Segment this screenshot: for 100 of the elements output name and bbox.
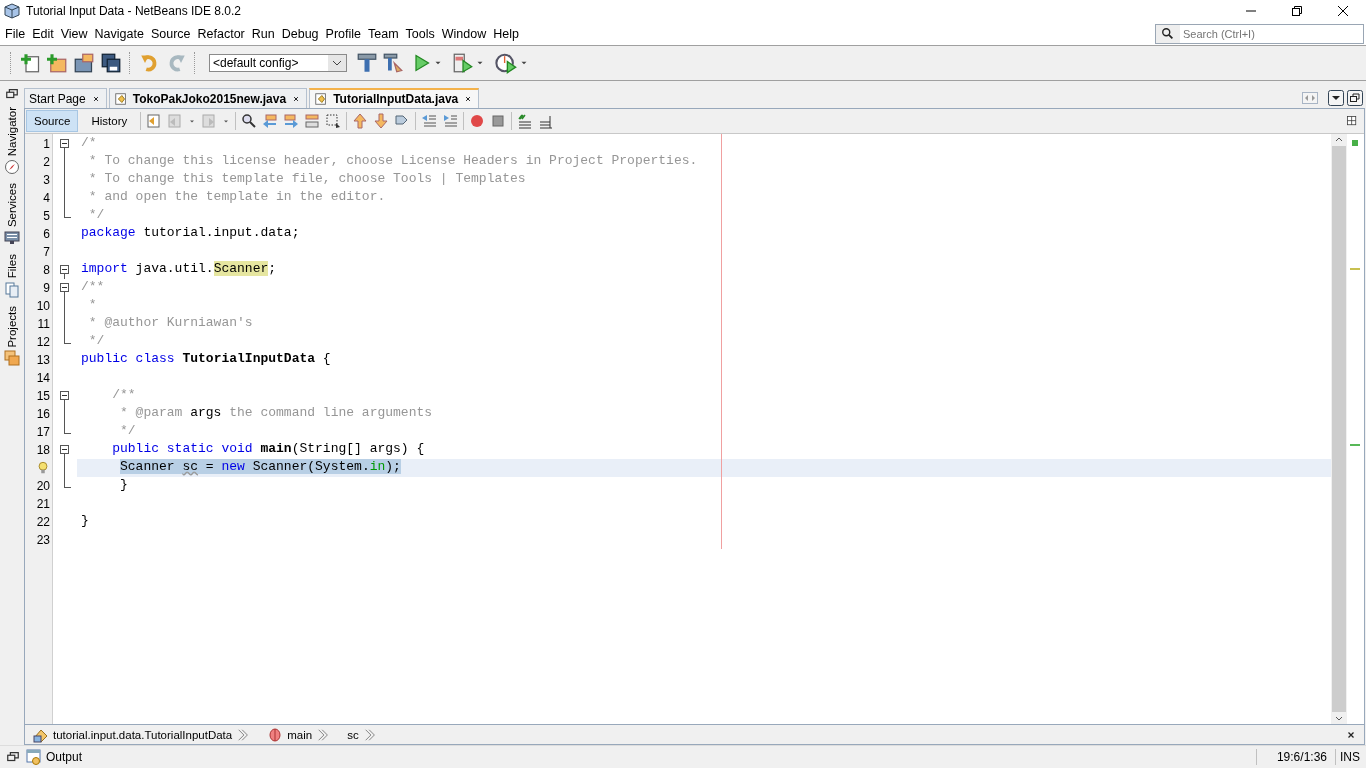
split-view-icon[interactable] bbox=[1346, 115, 1358, 127]
breadcrumb-item[interactable]: tutorial.input.data.TutorialInputData bbox=[33, 726, 251, 743]
fold-toggle[interactable] bbox=[60, 391, 69, 400]
stop-icon[interactable] bbox=[490, 113, 507, 129]
line-number: 8 bbox=[43, 262, 50, 279]
line-number: 5 bbox=[43, 208, 50, 225]
app-cube-icon bbox=[4, 3, 20, 19]
method-icon bbox=[267, 726, 284, 743]
breadcrumb-item[interactable]: sc bbox=[347, 727, 377, 742]
new-file-icon[interactable] bbox=[21, 53, 41, 73]
view-tab[interactable]: History bbox=[83, 110, 136, 132]
last-edit-icon[interactable] bbox=[146, 113, 163, 129]
menu-item[interactable]: Profile bbox=[322, 24, 365, 43]
new-folder-icon[interactable] bbox=[47, 53, 67, 73]
close-icon[interactable] bbox=[1346, 729, 1356, 740]
line-number: 10 bbox=[36, 298, 50, 315]
menu-item[interactable]: View bbox=[57, 24, 92, 43]
side-tab[interactable]: Projects bbox=[4, 303, 20, 369]
server-icon bbox=[4, 230, 20, 247]
caret-icon[interactable] bbox=[332, 60, 342, 66]
lightbulb-icon[interactable] bbox=[36, 460, 50, 476]
restore-window-icon[interactable] bbox=[5, 87, 19, 101]
code-line: * @author Kurniawan's bbox=[87, 315, 254, 332]
shift-right-icon[interactable] bbox=[442, 113, 459, 129]
search-icon[interactable] bbox=[241, 113, 258, 129]
save-all-icon[interactable] bbox=[101, 53, 121, 73]
code-line: package tutorial.input.data; bbox=[80, 225, 301, 242]
scrollbar[interactable] bbox=[1331, 134, 1347, 724]
fold-toggle[interactable] bbox=[60, 445, 69, 454]
restore-icon[interactable] bbox=[1291, 5, 1303, 17]
line-number: 2 bbox=[43, 154, 50, 171]
shift-left-icon[interactable] bbox=[421, 113, 438, 129]
arrow-down-icon[interactable] bbox=[373, 113, 390, 129]
code-line: } bbox=[80, 513, 90, 530]
line-number: 4 bbox=[43, 190, 50, 207]
editor-tab[interactable]: TokoPakJoko2015new.java bbox=[108, 88, 308, 108]
fold-toggle[interactable] bbox=[60, 139, 69, 148]
restore-window-icon[interactable] bbox=[1347, 89, 1363, 106]
line-number: 14 bbox=[36, 370, 50, 387]
menu-item[interactable]: Team bbox=[365, 24, 403, 43]
output-tab[interactable]: Output bbox=[26, 749, 83, 765]
debug-icon[interactable] bbox=[453, 53, 473, 73]
menu-item[interactable]: Edit bbox=[29, 24, 58, 43]
arrow-right-icon[interactable] bbox=[283, 113, 300, 129]
line-number: 13 bbox=[36, 352, 50, 369]
line-number: 21 bbox=[36, 496, 50, 513]
insert-mode: INS bbox=[1335, 749, 1366, 765]
caret-position: 19:6/1:36 bbox=[1255, 749, 1335, 765]
menu-item[interactable]: Tools bbox=[402, 24, 439, 43]
menu-item[interactable]: Source bbox=[147, 24, 195, 43]
line-number: 9 bbox=[43, 280, 50, 297]
line-number: 12 bbox=[36, 334, 50, 351]
menu-item[interactable]: Window bbox=[438, 24, 491, 43]
editor-tab[interactable]: Start Page bbox=[24, 88, 107, 108]
chevron-icon bbox=[362, 727, 377, 742]
chevron-icon bbox=[236, 727, 251, 742]
lines-icon[interactable] bbox=[538, 113, 555, 129]
dotted-selection-icon[interactable] bbox=[325, 113, 342, 129]
code-line: * and open the template in the editor. bbox=[87, 189, 387, 206]
output-window-icon bbox=[26, 749, 42, 765]
hammer-icon[interactable] bbox=[357, 53, 377, 73]
line-number: 1 bbox=[43, 136, 50, 153]
restore-window-icon[interactable] bbox=[6, 750, 20, 764]
files-icon bbox=[4, 281, 20, 298]
menu-item[interactable]: Run bbox=[248, 24, 279, 43]
code-line: /** bbox=[111, 387, 137, 404]
line-number: 11 bbox=[37, 316, 50, 333]
view-tab[interactable]: Source bbox=[26, 110, 79, 132]
breadcrumb-item[interactable]: main bbox=[267, 726, 331, 743]
code-line: * @param args the command line arguments bbox=[119, 405, 434, 422]
code-line: } bbox=[119, 477, 129, 494]
code-line: * To change this template file, choose Tools | Templates bbox=[87, 171, 527, 188]
open-folder-icon[interactable] bbox=[73, 53, 95, 73]
menu-item[interactable]: Refactor bbox=[194, 24, 249, 43]
close-icon[interactable] bbox=[1337, 5, 1349, 17]
code-line: /** bbox=[80, 279, 106, 296]
tab-list-icon[interactable] bbox=[1328, 89, 1344, 106]
hammer-broom-icon[interactable] bbox=[383, 53, 403, 73]
line-number: 15 bbox=[36, 388, 50, 405]
code-line: */ bbox=[87, 333, 106, 350]
line-number: 16 bbox=[36, 406, 50, 423]
config-dropdown[interactable]: <default config> bbox=[209, 54, 347, 72]
java-file-icon bbox=[314, 92, 329, 106]
code-line: public static void main(String[] args) { bbox=[111, 441, 426, 458]
compass-icon bbox=[4, 159, 20, 176]
arrow-up-icon[interactable] bbox=[352, 113, 369, 129]
menu-item[interactable]: File bbox=[2, 24, 30, 43]
record-icon[interactable] bbox=[469, 113, 486, 129]
code-line: * bbox=[87, 297, 98, 314]
side-tab[interactable]: Services bbox=[4, 181, 20, 249]
code-line: /* bbox=[80, 135, 98, 152]
side-tab[interactable]: Navigator bbox=[4, 105, 20, 178]
gauge-icon[interactable] bbox=[495, 52, 517, 74]
editor-tab[interactable]: TutorialInputData.java bbox=[309, 88, 480, 108]
menu-item[interactable]: Navigate bbox=[91, 24, 148, 43]
menu-item[interactable]: Debug bbox=[278, 24, 323, 43]
side-tab[interactable]: Files bbox=[4, 252, 20, 300]
code-line: */ bbox=[119, 423, 137, 440]
menu-item[interactable]: Help bbox=[490, 24, 523, 43]
check-lines-icon[interactable] bbox=[517, 113, 534, 129]
